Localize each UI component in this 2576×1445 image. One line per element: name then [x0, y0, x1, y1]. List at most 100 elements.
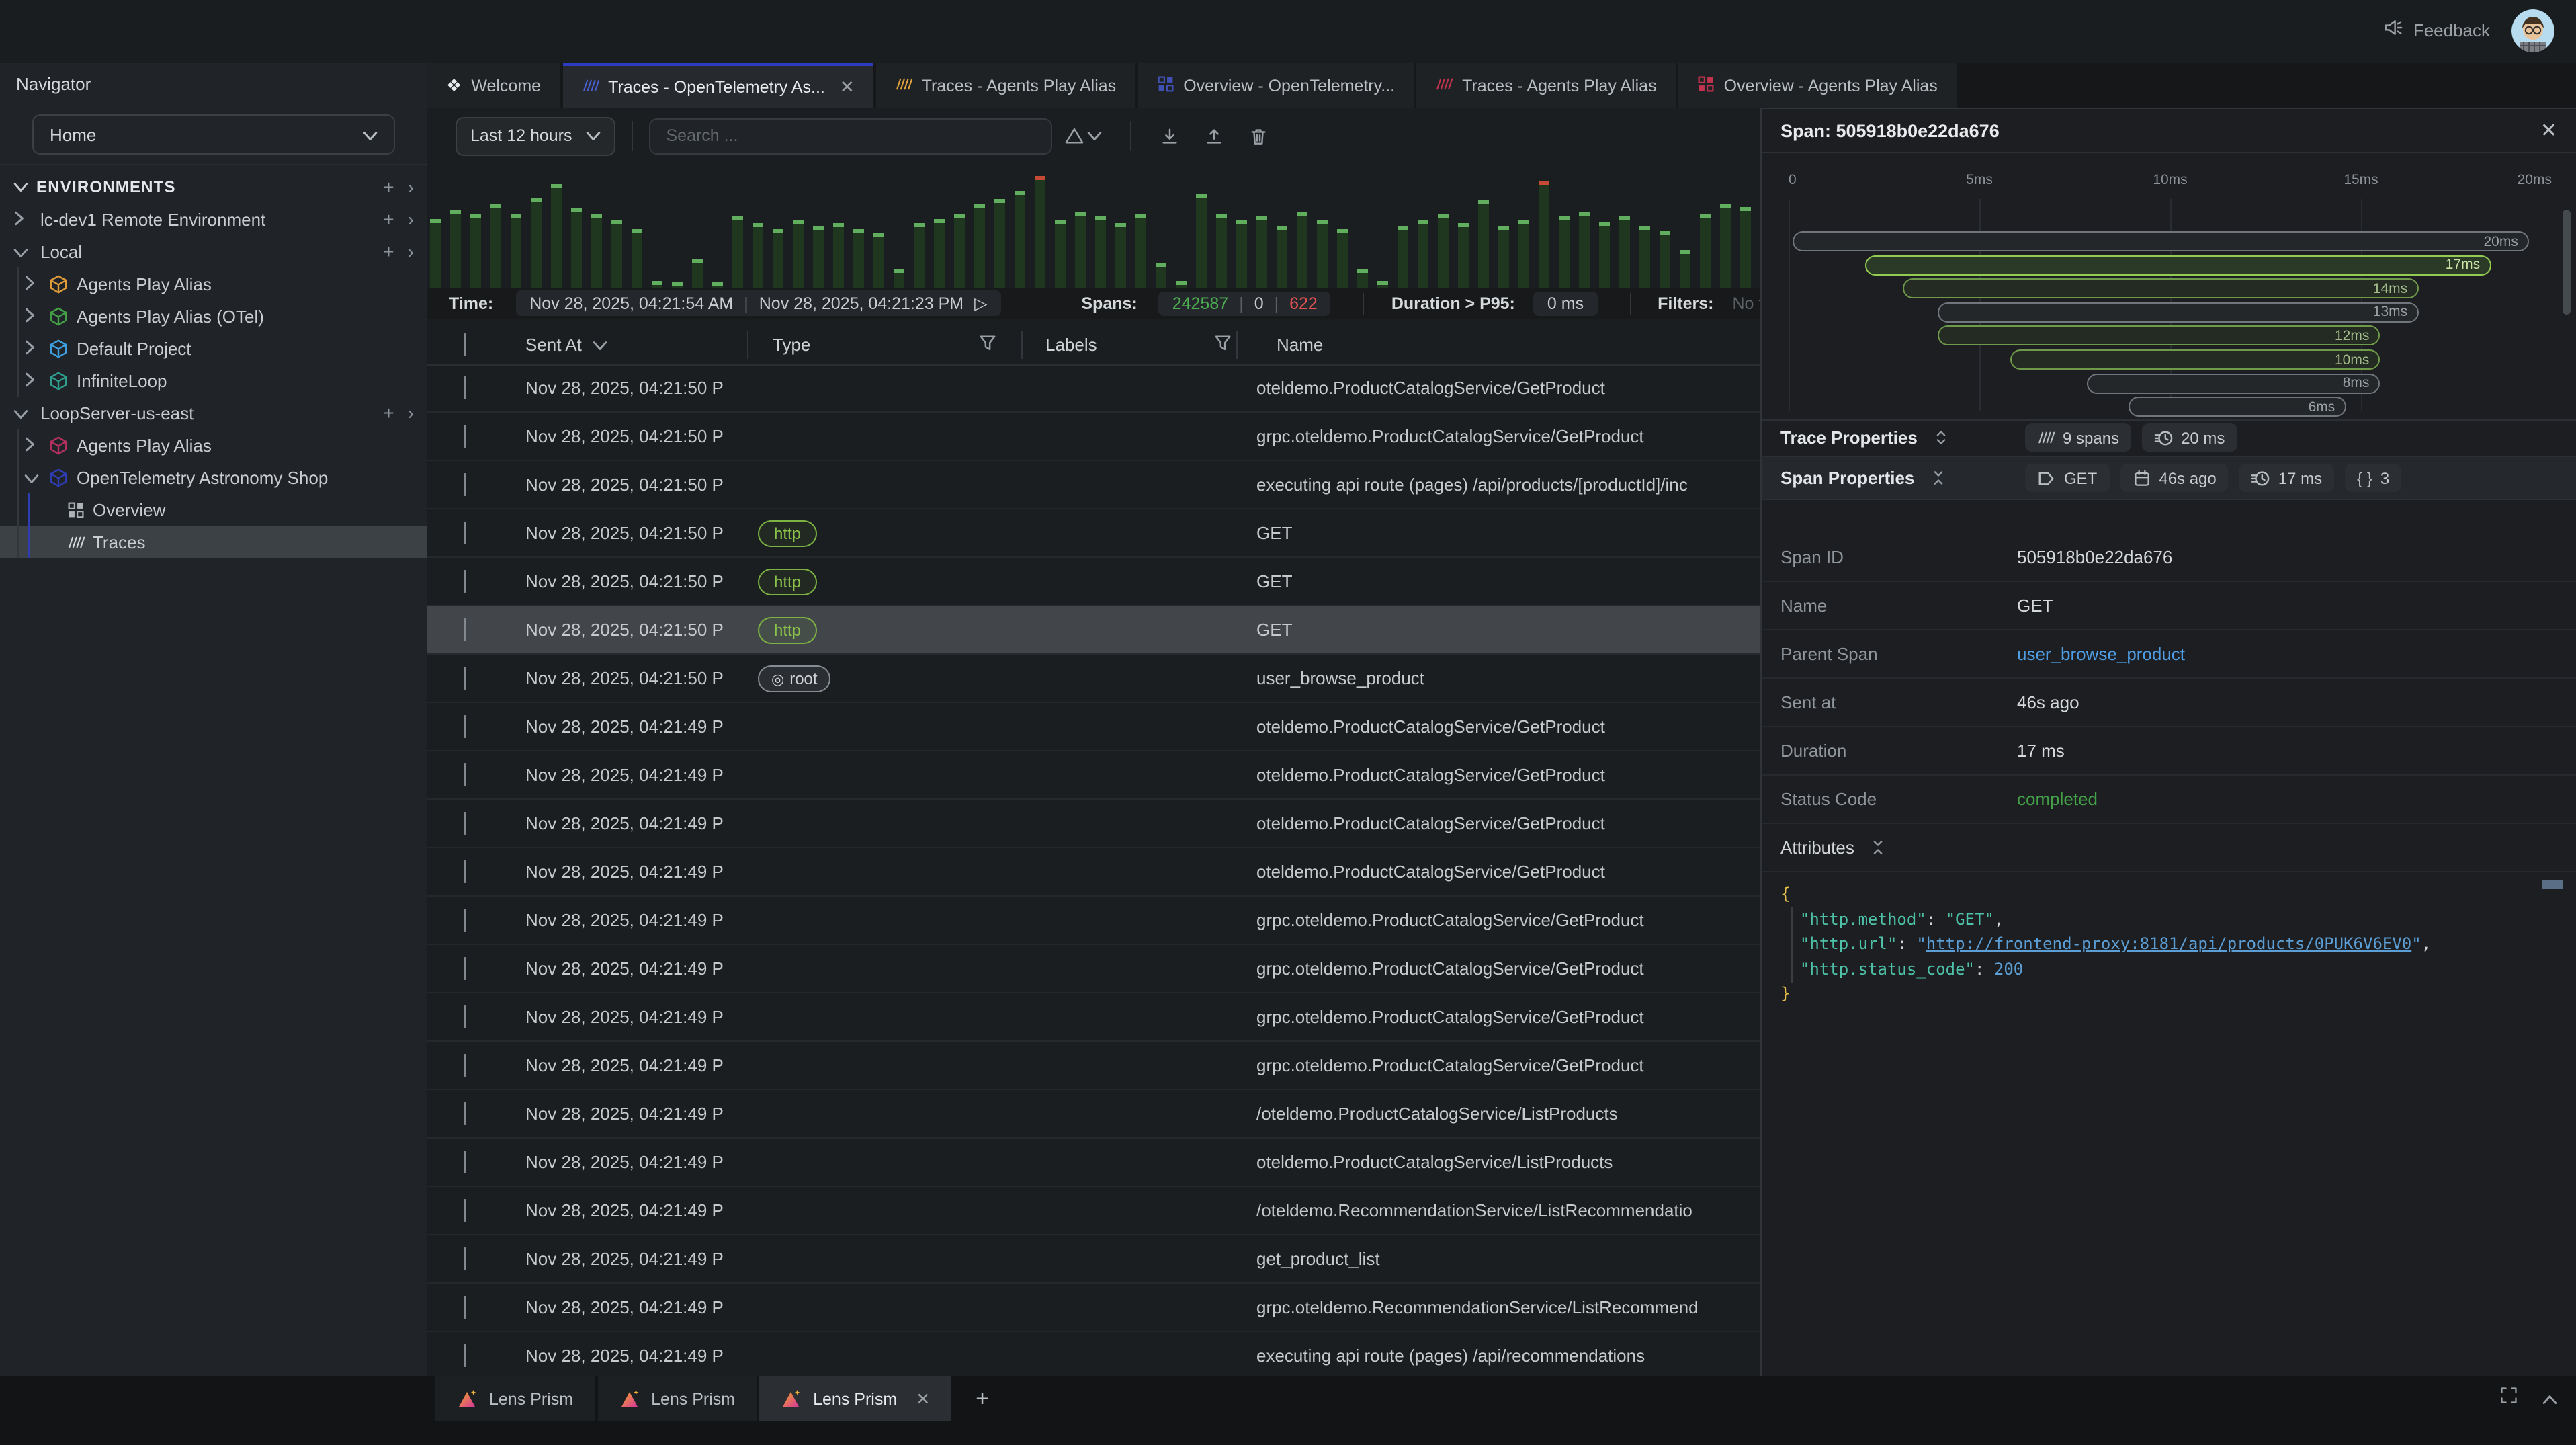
- row-checkbox[interactable]: [464, 1054, 466, 1077]
- sidebar-item-agents-play-alias[interactable]: Agents Play Alias: [0, 429, 427, 461]
- upload-button[interactable]: [1204, 126, 1224, 146]
- span-bar[interactable]: 10ms: [2010, 349, 2380, 370]
- add-icon[interactable]: +: [383, 402, 394, 423]
- sidebar-item-opentelemetry-astronomy-shop[interactable]: OpenTelemetry Astronomy Shop: [0, 461, 427, 493]
- sidebar-item-default-project[interactable]: Default Project: [0, 332, 427, 364]
- row-checkbox[interactable]: [464, 957, 466, 980]
- chevron-right-icon[interactable]: [24, 338, 43, 358]
- angle-right-icon[interactable]: ›: [408, 402, 414, 423]
- sidebar-item-traces[interactable]: Traces: [0, 526, 427, 558]
- tab-welcome[interactable]: ❖Welcome: [427, 63, 560, 108]
- field-value[interactable]: user_browse_product: [2017, 643, 2185, 663]
- filter-funnel-icon[interactable]: [1213, 333, 1232, 356]
- row-checkbox[interactable]: [464, 1005, 466, 1028]
- chevron-up-icon[interactable]: [2542, 1387, 2557, 1411]
- span-bar[interactable]: 12ms: [1938, 326, 2380, 346]
- sidebar-item-agents-play-alias-otel-[interactable]: Agents Play Alias (OTel): [0, 300, 427, 332]
- row-checkbox[interactable]: [464, 1296, 466, 1319]
- unfold-icon[interactable]: [1934, 429, 1948, 446]
- column-header-name[interactable]: Name: [1256, 335, 1774, 355]
- chevron-down-icon[interactable]: [24, 467, 43, 487]
- row-checkbox[interactable]: [464, 1344, 466, 1367]
- add-environment-button[interactable]: +: [383, 176, 394, 198]
- attribute-url-link[interactable]: http://frontend-proxy:8181/api/products/…: [1926, 934, 2411, 953]
- waterfall-scrollbar-thumb[interactable]: [2563, 210, 2571, 315]
- bottom-tab-lens-prism[interactable]: Lens Prism✕: [759, 1376, 951, 1421]
- row-checkbox[interactable]: [464, 570, 466, 593]
- row-checkbox[interactable]: [464, 425, 466, 448]
- tab-traces-agents-play-alias[interactable]: Traces - Agents Play Alias: [1416, 63, 1676, 108]
- chevron-right-icon[interactable]: [24, 370, 43, 390]
- delete-button[interactable]: [1248, 126, 1269, 146]
- row-checkbox[interactable]: [464, 1247, 466, 1270]
- fold-icon[interactable]: [1930, 469, 1945, 487]
- close-icon[interactable]: ✕: [840, 76, 855, 97]
- angle-right-icon[interactable]: ›: [408, 176, 414, 198]
- row-checkbox[interactable]: [464, 376, 466, 399]
- avatar[interactable]: [2511, 9, 2554, 52]
- sidebar-item-agents-play-alias[interactable]: Agents Play Alias: [0, 267, 427, 300]
- scope-select[interactable]: Home: [32, 114, 395, 155]
- tab-traces-opentelemetry-as-[interactable]: Traces - OpenTelemetry As...✕: [562, 63, 873, 108]
- duration-value-box[interactable]: 0 ms: [1534, 291, 1597, 315]
- sidebar-item-infiniteloop[interactable]: InfiniteLoop: [0, 364, 427, 397]
- chevron-right-icon[interactable]: [24, 435, 43, 455]
- time-range-select[interactable]: Last 12 hours: [456, 116, 615, 155]
- select-all-checkbox[interactable]: [464, 333, 466, 356]
- chevron-down-icon[interactable]: [13, 403, 32, 423]
- span-bar[interactable]: 20ms: [1793, 231, 2529, 251]
- row-checkbox[interactable]: [464, 1199, 466, 1222]
- bottom-tab-lens-prism[interactable]: Lens Prism: [597, 1376, 757, 1421]
- span-bar[interactable]: 8ms: [2086, 373, 2380, 393]
- span-bar[interactable]: 17ms: [1865, 255, 2491, 275]
- column-header-sent-at[interactable]: Sent At: [525, 335, 747, 355]
- sidebar-item-loopserver-us-east[interactable]: LoopServer-us-east+›: [0, 397, 427, 429]
- fold-icon[interactable]: [1871, 838, 1885, 856]
- close-icon[interactable]: ✕: [2540, 118, 2557, 142]
- download-button[interactable]: [1160, 126, 1180, 146]
- code-scroll-indicator[interactable]: [2542, 880, 2563, 889]
- row-checkbox[interactable]: [464, 1102, 466, 1125]
- close-icon[interactable]: ✕: [916, 1389, 930, 1409]
- add-tab-button[interactable]: +: [954, 1376, 1011, 1421]
- chevron-right-icon[interactable]: [13, 209, 32, 229]
- tab-traces-agents-play-alias[interactable]: Traces - Agents Play Alias: [876, 63, 1135, 108]
- angle-right-icon[interactable]: ›: [408, 241, 414, 262]
- row-checkbox[interactable]: [464, 522, 466, 544]
- filter-funnel-icon[interactable]: [978, 333, 997, 356]
- alerts-filter-button[interactable]: [1064, 126, 1102, 145]
- add-icon[interactable]: +: [383, 208, 394, 230]
- row-checkbox[interactable]: [464, 763, 466, 786]
- search-input[interactable]: [649, 118, 1052, 154]
- angle-right-icon[interactable]: ›: [408, 208, 414, 230]
- span-bar[interactable]: 13ms: [1938, 302, 2419, 323]
- span-bar[interactable]: 6ms: [2129, 397, 2346, 417]
- chevron-down-icon[interactable]: [13, 241, 32, 261]
- time-range-box[interactable]: Nov 28, 2025, 04:21:54 AM | Nov 28, 2025…: [516, 290, 1000, 316]
- tab-overview-agents-play-alias[interactable]: Overview - Agents Play Alias: [1678, 63, 1957, 108]
- tab-overview-opentelemetry-[interactable]: Overview - OpenTelemetry...: [1137, 63, 1414, 108]
- cell-name: grpc.oteldemo.ProductCatalogService/GetP…: [1256, 426, 1754, 446]
- sidebar-item-local[interactable]: Local+›: [0, 235, 427, 267]
- row-checkbox[interactable]: [464, 1151, 466, 1173]
- fullscreen-icon[interactable]: [2499, 1386, 2518, 1411]
- sidebar-item-overview[interactable]: Overview: [0, 493, 427, 526]
- bottom-tab-lens-prism[interactable]: Lens Prism: [435, 1376, 595, 1421]
- span-bar[interactable]: 14ms: [1903, 278, 2418, 298]
- environments-section-header[interactable]: ENVIRONMENTS + ›: [0, 171, 427, 203]
- column-header-type[interactable]: Type: [773, 335, 810, 355]
- column-header-labels[interactable]: Labels: [1045, 335, 1097, 355]
- row-checkbox[interactable]: [464, 667, 466, 690]
- row-checkbox[interactable]: [464, 812, 466, 835]
- add-icon[interactable]: +: [383, 241, 394, 262]
- play-icon[interactable]: ▷: [974, 293, 987, 313]
- row-checkbox[interactable]: [464, 618, 466, 641]
- row-checkbox[interactable]: [464, 715, 466, 738]
- chevron-right-icon[interactable]: [24, 306, 43, 326]
- sidebar-item-lc-dev1-remote-environment[interactable]: lc-dev1 Remote Environment+›: [0, 203, 427, 235]
- row-checkbox[interactable]: [464, 909, 466, 932]
- row-checkbox[interactable]: [464, 473, 466, 496]
- chevron-right-icon[interactable]: [24, 274, 43, 294]
- feedback-button[interactable]: Feedback: [2382, 17, 2490, 42]
- row-checkbox[interactable]: [464, 860, 466, 883]
